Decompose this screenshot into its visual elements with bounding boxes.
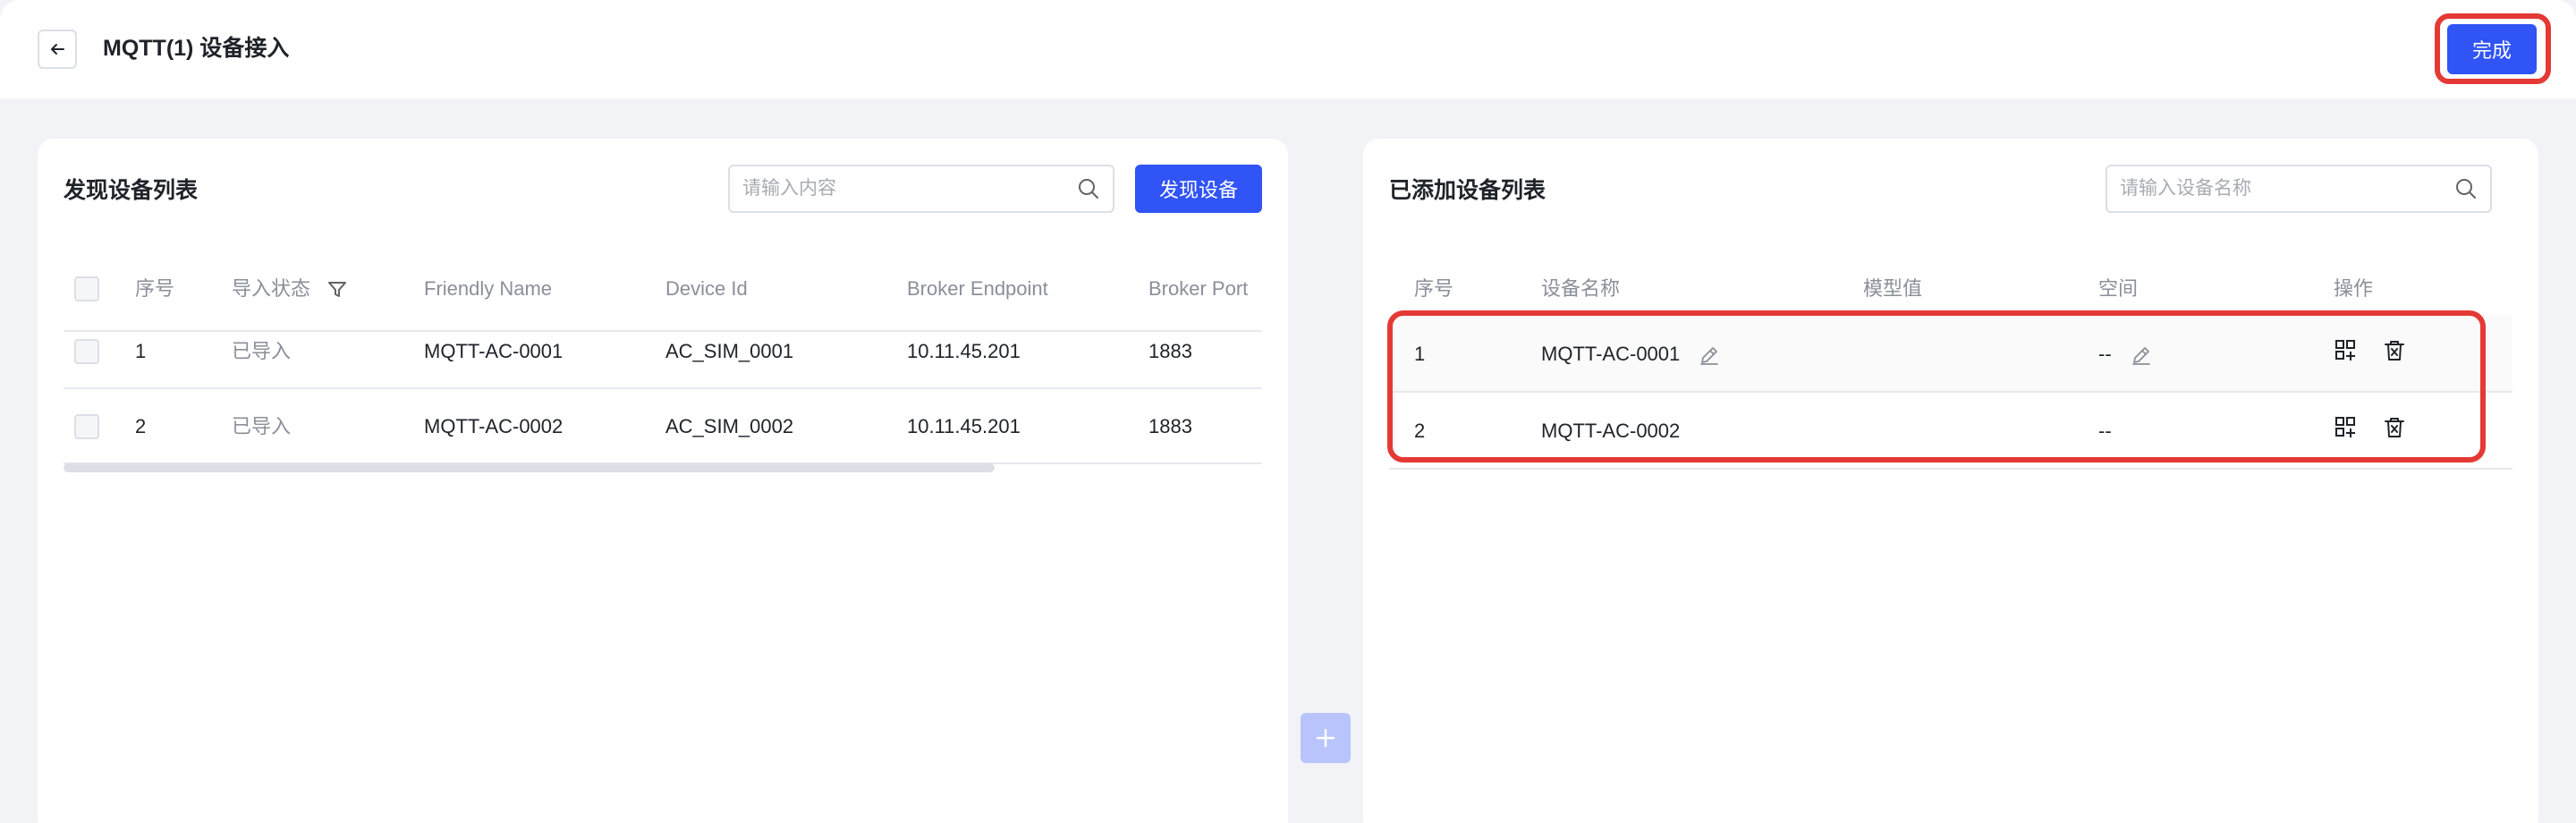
added-search-box[interactable] xyxy=(2106,165,2492,213)
added-devices-panel: 已添加设备列表 序号 设备名称 模型值 空间 操作 1 MQTT-AC-0001… xyxy=(1363,139,2538,823)
row-import-status: 已导入 xyxy=(232,415,292,437)
top-bar: MQTT(1) 设备接入 完成 xyxy=(0,0,2576,98)
row-broker-endpoint: 10.11.45.201 xyxy=(907,415,1021,437)
done-button[interactable]: 完成 xyxy=(2447,24,2537,74)
added-search-input[interactable] xyxy=(2120,178,2454,199)
column-header-import-status-label: 导入状态 xyxy=(232,277,311,300)
horizontal-scrollbar[interactable] xyxy=(64,463,995,472)
row-checkbox[interactable] xyxy=(74,339,99,364)
filter-icon[interactable] xyxy=(326,279,348,301)
discovered-search-input[interactable] xyxy=(742,178,1077,199)
row-checkbox[interactable] xyxy=(74,414,99,439)
row-device-id: AC_SIM_0001 xyxy=(665,340,794,362)
discover-devices-button[interactable]: 发现设备 xyxy=(1135,165,1262,213)
row-device-id: AC_SIM_0002 xyxy=(665,415,794,437)
added-rows-highlight xyxy=(1387,310,2486,462)
row-import-status: 已导入 xyxy=(232,340,292,362)
plus-icon xyxy=(1316,728,1335,748)
row-broker-port: 1883 xyxy=(1148,340,1192,362)
page-title: MQTT(1) 设备接入 xyxy=(103,36,290,61)
row-broker-port: 1883 xyxy=(1148,415,1192,437)
row-friendly-name: MQTT-AC-0002 xyxy=(424,415,564,437)
arrow-left-icon xyxy=(51,44,64,55)
row-friendly-name: MQTT-AC-0001 xyxy=(424,340,564,362)
select-all-checkbox[interactable] xyxy=(74,276,99,301)
add-devices-button[interactable] xyxy=(1301,713,1351,763)
back-button[interactable] xyxy=(38,30,77,69)
row-broker-endpoint: 10.11.45.201 xyxy=(907,340,1021,362)
discovered-search-box[interactable] xyxy=(728,165,1114,213)
search-icon[interactable] xyxy=(2454,177,2478,200)
row-index: 1 xyxy=(135,340,147,362)
table-row[interactable]: 1 已导入 MQTT-AC-0001 AC_SIM_0001 10.11.45.… xyxy=(64,314,1262,389)
row-index: 2 xyxy=(135,415,147,437)
table-row[interactable]: 2 已导入 MQTT-AC-0002 AC_SIM_0002 10.11.45.… xyxy=(64,389,1262,464)
discovered-devices-panel: 发现设备列表 发现设备 序号 导入状态 Friendly Name Device… xyxy=(38,139,1288,823)
added-devices-title: 已添加设备列表 xyxy=(1389,178,1546,203)
discovered-devices-title: 发现设备列表 xyxy=(64,178,199,203)
search-icon[interactable] xyxy=(1077,177,1100,200)
